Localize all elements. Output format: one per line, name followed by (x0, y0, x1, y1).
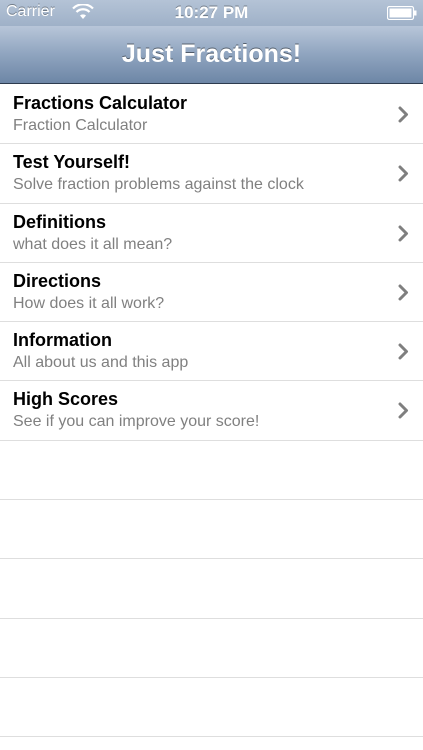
empty-row (0, 559, 423, 619)
menu-item-title: Information (13, 330, 112, 351)
menu-item-subtitle: Fraction Calculator (13, 117, 148, 134)
navigation-bar: Just Fractions! (0, 26, 423, 84)
menu-list: Fractions Calculator Fraction Calculator… (0, 85, 423, 738)
status-time: 10:27 PM (174, 3, 249, 22)
menu-item-subtitle: See if you can improve your score! (13, 413, 260, 431)
empty-row (0, 441, 423, 501)
chevron-right-icon (398, 284, 408, 301)
empty-row (0, 500, 423, 560)
chevron-right-icon (398, 402, 408, 419)
menu-item-directions[interactable]: Directions How does it all work? (0, 262, 423, 323)
menu-item-subtitle: Solve fraction problems against the cloc… (13, 176, 304, 194)
empty-row (0, 678, 423, 738)
menu-item-test-yourself[interactable]: Test Yourself! Solve fraction problems a… (0, 144, 423, 204)
menu-item-subtitle: All about us and this app (13, 354, 189, 372)
menu-item-title: Fractions Calculator (13, 93, 188, 113)
menu-item-fractions-calculator[interactable]: Fractions Calculator Fraction Calculator (0, 85, 423, 145)
menu-item-high-scores[interactable]: High Scores See if you can improve your … (0, 381, 423, 441)
chevron-right-icon (398, 225, 408, 242)
status-bar: Carrier 10:27 PM (0, 0, 423, 26)
battery-icon (387, 6, 417, 20)
menu-item-definitions[interactable]: Definitions what does it all mean? (0, 203, 423, 263)
chevron-right-icon (398, 106, 408, 123)
chevron-right-icon (398, 343, 408, 360)
menu-item-title: Test Yourself! (13, 152, 131, 173)
empty-row (0, 619, 423, 678)
menu-item-information[interactable]: Information All about us and this app (0, 322, 423, 382)
chevron-right-icon (398, 165, 408, 182)
menu-item-subtitle: How does it all work? (13, 294, 165, 312)
menu-item-title: Definitions (13, 211, 106, 232)
nav-title: Just Fractions! (121, 40, 302, 68)
menu-item-title: High Scores (13, 389, 119, 410)
menu-item-title: Directions (13, 270, 102, 291)
menu-item-subtitle: what does it all mean? (13, 235, 173, 253)
